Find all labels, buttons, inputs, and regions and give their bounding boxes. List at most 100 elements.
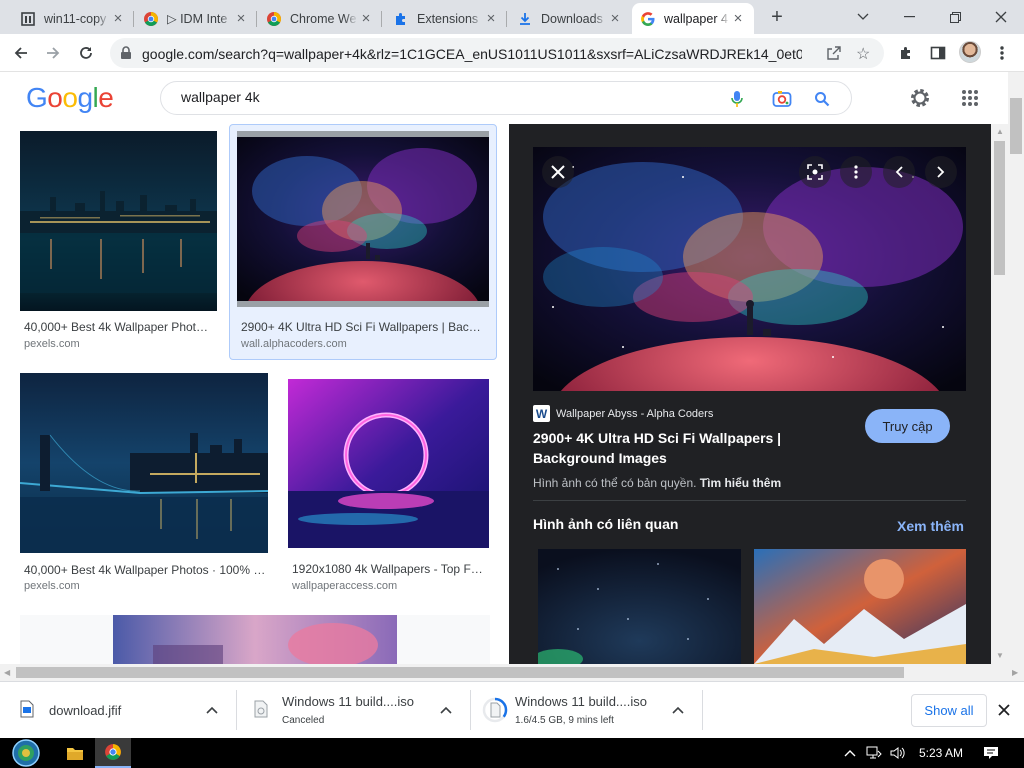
page-scrollbar-thumb[interactable] — [1010, 98, 1022, 154]
result-card[interactable]: 40,000+ Best 4k Wallpaper Photos · 100% … — [20, 373, 270, 595]
previous-image-button[interactable] — [883, 156, 915, 188]
show-all-downloads-button[interactable]: Show all — [911, 694, 987, 727]
close-tab-icon[interactable]: × — [233, 11, 249, 27]
close-tab-icon[interactable]: × — [110, 11, 126, 27]
source-site[interactable]: W Wallpaper Abyss - Alpha Coders — [533, 405, 713, 422]
tab-title: wallpaper 4 — [664, 11, 728, 26]
microphone-icon[interactable] — [727, 89, 747, 109]
taskbar-chrome[interactable] — [95, 738, 131, 768]
more-options-button[interactable] — [840, 156, 872, 188]
forward-button[interactable] — [40, 40, 66, 66]
scroll-right-arrow-icon[interactable]: ▶ — [1012, 668, 1018, 677]
lens-search-button[interactable] — [799, 156, 831, 188]
google-logo[interactable]: Google — [26, 82, 114, 114]
restore-icon — [949, 11, 961, 23]
tab-title: Chrome We — [290, 11, 357, 26]
result-card[interactable]: 40,000+ Best 4k Wallpaper Phot… pexels.c… — [20, 131, 218, 355]
scroll-down-arrow-icon[interactable]: ▼ — [996, 651, 1004, 660]
result-caption[interactable]: 40,000+ Best 4k Wallpaper Photos · 100% … — [24, 563, 268, 577]
system-clock[interactable]: 5:23 AM — [912, 738, 970, 768]
result-thumbnail[interactable] — [237, 131, 489, 307]
chevron-up-icon[interactable] — [206, 703, 218, 717]
panel-scrollbar[interactable]: ▲ ▼ — [991, 124, 1008, 664]
scroll-left-arrow-icon[interactable]: ◀ — [4, 668, 10, 677]
new-tab-button[interactable]: + — [764, 6, 790, 28]
profile-avatar[interactable] — [959, 41, 981, 63]
preview-title[interactable]: 2900+ 4K Ultra HD Sci Fi Wallpapers | Ba… — [533, 428, 833, 468]
visit-button[interactable]: Truy cập — [865, 409, 950, 443]
google-apps-button[interactable] — [957, 85, 983, 111]
share-icon[interactable] — [826, 45, 842, 64]
result-source[interactable]: wall.alphacoders.com — [241, 338, 347, 350]
close-tab-icon[interactable]: × — [607, 11, 623, 27]
show-hidden-icons[interactable] — [842, 738, 858, 768]
back-button[interactable] — [8, 40, 34, 66]
tab-extensions[interactable]: Extensions × — [385, 3, 507, 34]
start-button[interactable] — [6, 738, 46, 768]
lock-icon[interactable] — [120, 46, 132, 63]
side-panel-button[interactable] — [925, 40, 951, 66]
puzzle-icon — [901, 47, 910, 59]
divider — [470, 690, 471, 730]
tab-chrome-web-store[interactable]: Chrome We × — [258, 3, 382, 34]
result-caption[interactable]: 40,000+ Best 4k Wallpaper Phot… — [24, 320, 214, 334]
result-source[interactable]: pexels.com — [24, 580, 80, 592]
result-thumbnail[interactable] — [20, 373, 268, 553]
extensions-button[interactable] — [893, 40, 919, 66]
action-center-icon[interactable] — [978, 738, 1004, 768]
download-item[interactable]: Windows 11 build....iso Canceled — [254, 682, 466, 739]
search-input[interactable] — [181, 89, 701, 105]
result-thumbnail[interactable] — [288, 379, 489, 548]
tab-search-button[interactable] — [840, 0, 886, 34]
bookmark-star-icon[interactable]: ☆ — [856, 44, 870, 64]
address-bar[interactable]: google.com/search?q=wallpaper+4k&rlz=1C1… — [110, 38, 884, 68]
chevron-up-icon[interactable] — [672, 703, 684, 717]
browser-window: win11-copy × ▷ IDM Inte × Chrome We × Ex… — [0, 0, 1024, 768]
url-text[interactable]: google.com/search?q=wallpaper+4k&rlz=1C1… — [142, 46, 802, 62]
result-card[interactable] — [20, 615, 490, 664]
related-image[interactable] — [754, 549, 966, 664]
network-icon[interactable] — [864, 738, 884, 768]
panel-scrollbar-thumb[interactable] — [994, 141, 1005, 275]
minimize-button[interactable] — [886, 0, 932, 34]
result-thumbnail[interactable] — [113, 615, 397, 664]
scroll-up-arrow-icon[interactable]: ▲ — [996, 127, 1004, 136]
result-source[interactable]: pexels.com — [24, 338, 80, 350]
result-source[interactable]: wallpaperaccess.com — [292, 580, 397, 592]
volume-icon[interactable] — [888, 738, 908, 768]
lens-camera-icon[interactable] — [772, 89, 792, 109]
horizontal-scrollbar[interactable]: ◀ ▶ — [0, 664, 1024, 681]
close-tab-icon[interactable]: × — [483, 11, 499, 27]
download-item[interactable]: Windows 11 build....iso 1.6/4.5 GB, 9 mi… — [482, 682, 697, 739]
horizontal-scrollbar-thumb[interactable] — [16, 667, 904, 678]
close-preview-button[interactable] — [542, 156, 574, 188]
download-item[interactable]: download.jfif — [20, 682, 230, 739]
close-window-button[interactable] — [978, 0, 1024, 34]
result-caption[interactable]: 1920x1080 4k Wallpapers - Top F… — [292, 562, 488, 576]
close-tab-icon[interactable]: × — [730, 11, 746, 27]
result-caption[interactable]: 2900+ 4K Ultra HD Sci Fi Wallpapers | Ba… — [241, 320, 481, 334]
preview-image[interactable] — [533, 147, 966, 391]
restore-button[interactable] — [932, 0, 978, 34]
next-image-button[interactable] — [925, 156, 957, 188]
reload-button[interactable] — [73, 40, 99, 66]
settings-button[interactable] — [907, 85, 933, 111]
tab-wallpaper-4k[interactable]: wallpaper 4 × — [632, 3, 754, 34]
tab-idm[interactable]: ▷ IDM Inte × — [135, 3, 257, 34]
page-scrollbar[interactable] — [1008, 72, 1024, 664]
related-image[interactable] — [538, 549, 741, 664]
learn-more-link[interactable]: Tìm hiểu thêm — [700, 476, 781, 490]
chrome-menu-button[interactable] — [989, 40, 1015, 66]
result-thumbnail[interactable] — [20, 131, 217, 311]
see-more-link[interactable]: Xem thêm — [897, 518, 964, 534]
result-card[interactable]: 1920x1080 4k Wallpapers - Top F… wallpap… — [288, 379, 490, 595]
taskbar-file-explorer[interactable] — [57, 738, 93, 768]
close-tab-icon[interactable]: × — [358, 11, 374, 27]
chevron-up-icon[interactable] — [440, 703, 452, 717]
search-icon[interactable] — [812, 89, 832, 109]
close-download-shelf-button[interactable] — [998, 700, 1010, 721]
result-card-selected[interactable]: 2900+ 4K Ultra HD Sci Fi Wallpapers | Ba… — [237, 131, 491, 355]
tab-downloads[interactable]: Downloads × — [509, 3, 631, 34]
chevron-up-icon — [844, 750, 856, 757]
tab-win11-copy[interactable]: win11-copy × — [12, 3, 134, 34]
